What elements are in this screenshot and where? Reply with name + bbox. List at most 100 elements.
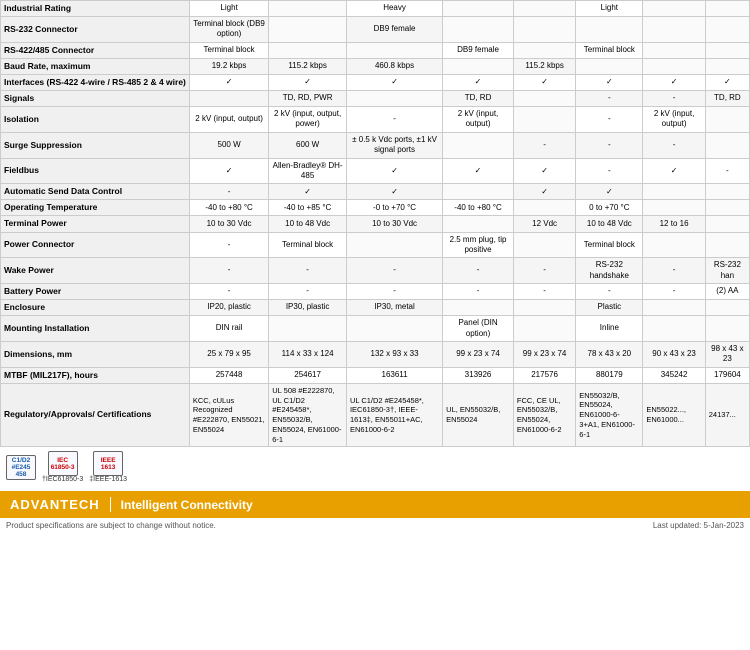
table-row: RS-422/485 ConnectorTerminal blockDB9 fe… [1,42,750,58]
table-row: Fieldbus✓Allen-Bradley® DH-485✓✓✓-✓- [1,158,750,184]
table-cell [705,17,749,43]
table-cell: 90 x 43 x 23 [643,341,705,367]
table-cell [643,316,705,342]
table-cell [705,232,749,258]
table-cell: ✓ [513,158,575,184]
table-cell: 25 x 79 x 95 [189,341,268,367]
table-cell: ± 0.5 k Vdc ports, ±1 kV signal ports [346,132,442,158]
table-cell [705,216,749,232]
table-row: Wake Power-----RS-232 handshake-RS-232 h… [1,258,750,284]
table-cell: - [513,132,575,158]
footer-bottom: Product specifications are subject to ch… [0,518,750,533]
table-cell: IP30, metal [346,300,442,316]
row-header: Power Connector [1,232,190,258]
row-header: Enclosure [1,300,190,316]
table-cell: ✓ [346,184,442,200]
table-cell: Light [576,1,643,17]
table-cell: 132 x 93 x 33 [346,341,442,367]
table-row: RS-232 ConnectorTerminal block (DB9 opti… [1,17,750,43]
table-cell: ✓ [643,74,705,90]
table-cell [643,184,705,200]
table-cell: Allen-Bradley® DH-485 [269,158,347,184]
cert-icon-ieee: IEEE1613 ‡IEEE-1613 [89,451,127,483]
row-header: Signals [1,90,190,106]
table-cell: ✓ [189,74,268,90]
table-cell: ✓ [443,74,514,90]
table-cell: TD, RD [443,90,514,106]
table-cell: Inline [576,316,643,342]
table-row: Surge Suppression500 W600 W± 0.5 k Vdc p… [1,132,750,158]
table-cell: 98 x 43 x 23 [705,341,749,367]
table-cell: FCC, CE UL, EN55032/B, EN55024, EN61000-… [513,383,575,447]
table-cell: ✓ [269,74,347,90]
table-cell: 460.8 kbps [346,58,442,74]
table-cell: 2 kV (input, output) [643,107,705,133]
table-cell: 0 to +70 °C [576,200,643,216]
table-cell: Light [189,1,268,17]
table-cell [346,316,442,342]
table-cell: - [269,284,347,300]
table-cell [513,17,575,43]
table-cell: 115.2 kbps [269,58,347,74]
row-header: RS-422/485 Connector [1,42,190,58]
table-cell: 114 x 33 x 124 [269,341,347,367]
table-cell [443,216,514,232]
table-cell: Terminal block (DB9 option) [189,17,268,43]
row-header: Fieldbus [1,158,190,184]
table-cell [705,300,749,316]
table-cell: - [443,284,514,300]
table-cell [513,42,575,58]
table-cell: ✓ [576,74,643,90]
table-row: Battery Power-------(2) AA [1,284,750,300]
table-cell: - [513,258,575,284]
table-cell: - [346,107,442,133]
table-cell: 10 to 30 Vdc [346,216,442,232]
table-cell [643,200,705,216]
table-cell [705,200,749,216]
table-cell: 78 x 43 x 20 [576,341,643,367]
table-cell: EN55022..., EN61000... [643,383,705,447]
table-cell [443,300,514,316]
row-header: Wake Power [1,258,190,284]
table-cell [705,316,749,342]
table-cell [643,58,705,74]
row-header: Isolation [1,107,190,133]
table-cell: ✓ [513,184,575,200]
row-header: Interfaces (RS-422 4-wire / RS-485 2 & 4… [1,74,190,90]
table-cell: ✓ [346,158,442,184]
table-cell: 179604 [705,367,749,383]
table-cell: - [513,284,575,300]
table-cell: - [189,232,268,258]
table-cell: RS-232 han [705,258,749,284]
row-header: Terminal Power [1,216,190,232]
table-cell: DIN rail [189,316,268,342]
table-cell: Panel (DIN option) [443,316,514,342]
table-cell: 99 x 23 x 74 [443,341,514,367]
table-row: Baud Rate, maximum19.2 kbps115.2 kbps460… [1,58,750,74]
row-header: Operating Temperature [1,200,190,216]
table-cell [705,42,749,58]
table-row: Automatic Send Data Control-✓✓✓✓ [1,184,750,200]
table-cell [269,316,347,342]
table-row: Mounting InstallationDIN railPanel (DIN … [1,316,750,342]
row-header: Automatic Send Data Control [1,184,190,200]
table-cell: - [189,258,268,284]
table-cell: 2.5 mm plug, tip positive [443,232,514,258]
table-cell: -40 to +85 °C [269,200,347,216]
table-cell [513,316,575,342]
table-cell [643,42,705,58]
table-cell: ✓ [643,158,705,184]
table-row: Power Connector-Terminal block2.5 mm plu… [1,232,750,258]
table-cell: 217576 [513,367,575,383]
row-header: Regulatory/Approvals/ Certifications [1,383,190,447]
table-row: Industrial RatingLightHeavyLight [1,1,750,17]
table-cell [269,17,347,43]
table-cell: Terminal block [189,42,268,58]
row-header: MTBF (MIL217F), hours [1,367,190,383]
table-cell: IP30, plastic [269,300,347,316]
table-cell [189,90,268,106]
table-row: MTBF (MIL217F), hours2574482546171636113… [1,367,750,383]
table-cell [269,42,347,58]
table-cell [346,42,442,58]
table-cell: ✓ [705,74,749,90]
